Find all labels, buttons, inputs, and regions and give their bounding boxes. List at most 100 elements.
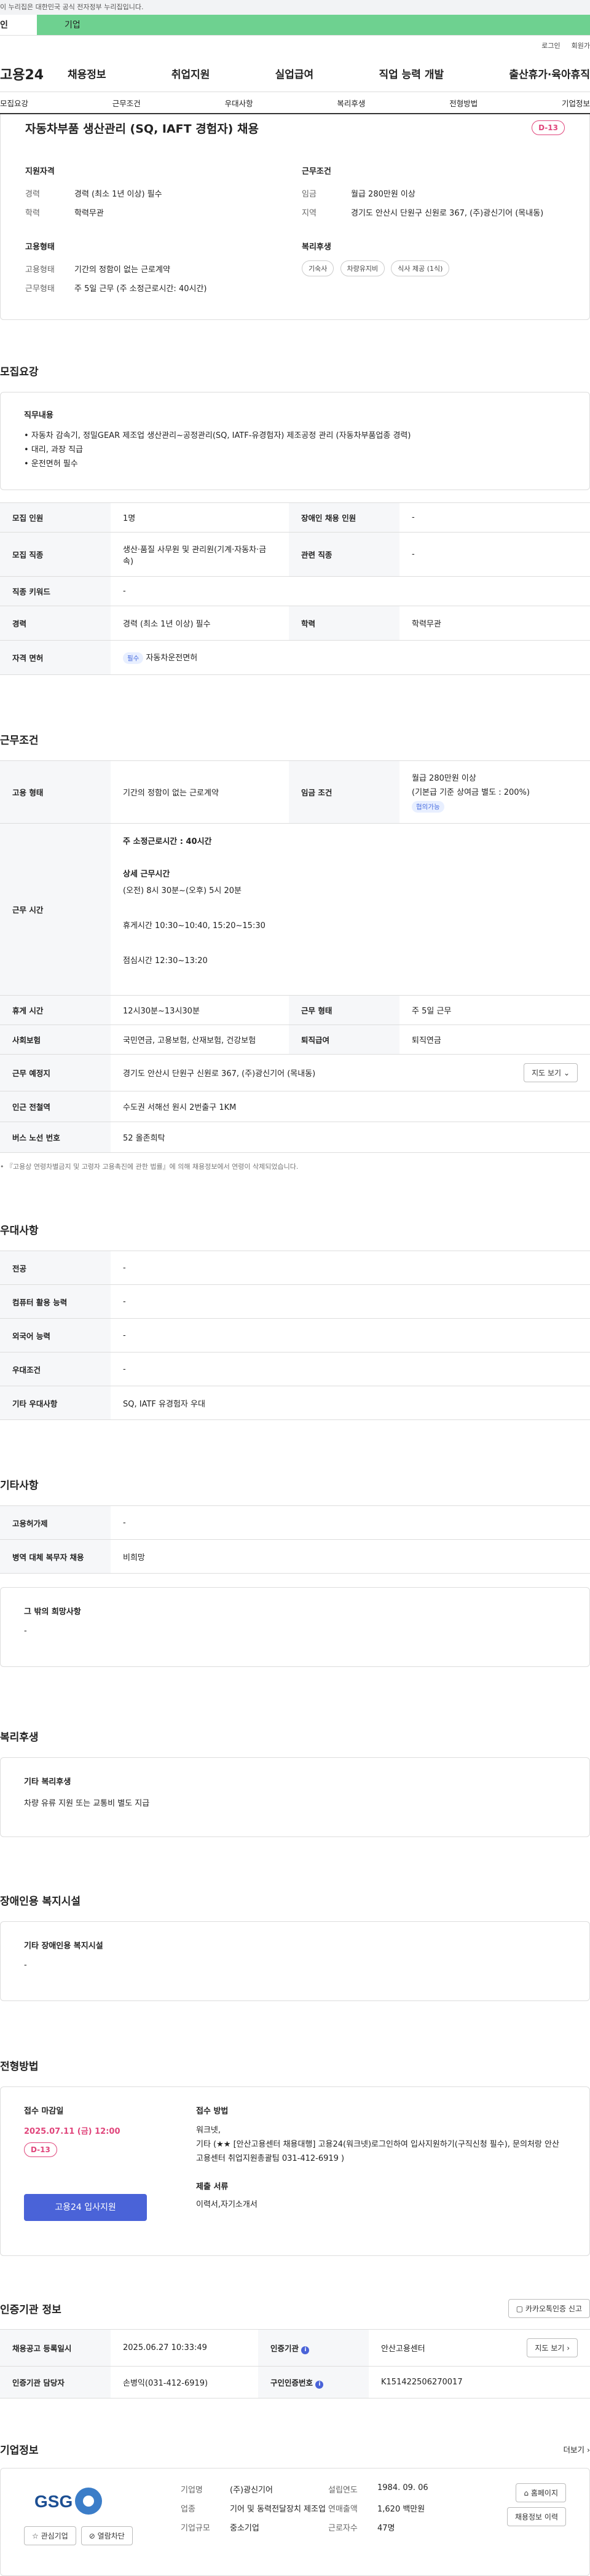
docs-title: 제출 서류 bbox=[196, 2180, 566, 2192]
apply-button[interactable]: 고용24 입사지원 bbox=[24, 2194, 147, 2221]
gear-logo-icon: GSG bbox=[27, 2484, 119, 2518]
star-icon: ☆ bbox=[32, 2532, 39, 2540]
time-detail-title: 상세 근무시간 bbox=[123, 867, 578, 879]
homepage-button[interactable]: ⌂ 홈페이지 bbox=[516, 2483, 566, 2502]
info-icon[interactable]: i bbox=[315, 2381, 323, 2389]
negotiable-badge: 협의가능 bbox=[412, 801, 444, 813]
tab-personal[interactable]: 인 bbox=[0, 15, 37, 35]
job-history-button[interactable]: 채용정보 이력 bbox=[507, 2507, 566, 2526]
row-value: 학력무관 bbox=[399, 606, 590, 641]
map-button[interactable]: 지도 보기 ⌄ bbox=[524, 1063, 578, 1082]
lunch-time: 점심시간 12:30~13:20 bbox=[123, 954, 578, 966]
qual-label: 경력 bbox=[25, 187, 74, 199]
row-label-text: 인증기관 bbox=[270, 2344, 299, 2353]
row-label: 근무 예정지 bbox=[0, 1055, 111, 1091]
row-value: - bbox=[111, 1285, 590, 1319]
section-cert: 인증기관 정보 ▢ 카카오톡인증 신고 채용공고 등록일시 2025.06.27… bbox=[0, 2299, 590, 2398]
company-value: 중소기업 bbox=[230, 2521, 328, 2533]
anchor-company[interactable]: 기업정보 bbox=[562, 97, 590, 109]
row-label: 고용허가제 bbox=[0, 1506, 111, 1540]
row-label: 임금 조건 bbox=[289, 761, 399, 824]
block-icon: ⊘ bbox=[89, 2532, 95, 2540]
company-value: 1,620 백만원 bbox=[377, 2502, 439, 2514]
row-value: K151422506270017 bbox=[369, 2367, 590, 2398]
duty-item: • 운전면허 필수 bbox=[24, 457, 566, 469]
section-heading: 근무조건 bbox=[0, 732, 590, 747]
row-value: - bbox=[111, 1352, 590, 1386]
company-label: 연매출액 bbox=[328, 2502, 377, 2514]
work-table: 고용 형태 기간의 정함이 없는 근로계약 임금 조건 월급 280만원 이상 … bbox=[0, 760, 590, 1153]
anchor-pref[interactable]: 우대사항 bbox=[225, 97, 253, 109]
section-pref: 우대사항 전공- 컴퓨터 활용 능력- 외국어 능력- 우대조건- 기타 우대사… bbox=[0, 1222, 590, 1420]
row-value: 12시30분~13시30분 bbox=[111, 996, 289, 1025]
menu-leave[interactable]: 출산휴가·육아휴직 bbox=[509, 66, 590, 81]
row-label: 우대조건 bbox=[0, 1352, 111, 1386]
login-link[interactable]: 로그인 bbox=[541, 41, 560, 50]
user-type-tabs: 인 기업 bbox=[0, 15, 590, 36]
disabled-box: 기타 장애인용 복지시설 - bbox=[0, 1921, 590, 2001]
qual-value: 경력 (최소 1년 이상) 필수 bbox=[74, 187, 302, 199]
disabled-box-title: 기타 장애인용 복지시설 bbox=[24, 1939, 566, 1951]
anchor-process[interactable]: 전형방법 bbox=[449, 97, 478, 109]
table-row: 자격 면허 필수 자동차운전면허 bbox=[0, 641, 590, 675]
row-label: 근무 시간 bbox=[0, 824, 111, 996]
section-welfare: 복리후생 기타 복리후생 차량 유류 지원 또는 교통비 별도 지급 bbox=[0, 1728, 590, 1837]
anchor-welfare[interactable]: 복리후생 bbox=[337, 97, 365, 109]
table-row: 우대조건- bbox=[0, 1352, 590, 1386]
row-value: - bbox=[399, 533, 590, 577]
row-value: - bbox=[399, 503, 590, 533]
disabled-box-value: - bbox=[24, 1961, 566, 1970]
welfare-tag: 기숙사 bbox=[302, 260, 334, 276]
row-label: 경력 bbox=[0, 606, 111, 641]
table-row: 근무 예정지경기도 안산시 단원구 신원로 367, (주)광신기어 (목내동)… bbox=[0, 1055, 590, 1091]
cond-title: 근무조건 bbox=[302, 165, 565, 176]
table-row: 모집 인원1명장애인 채용 인원- bbox=[0, 503, 590, 533]
report-button[interactable]: ▢ 카카오톡인증 신고 bbox=[508, 2299, 590, 2318]
required-badge: 필수 bbox=[123, 652, 143, 664]
wage-note: (기본급 기준 상여금 별도 : 200%) bbox=[412, 786, 578, 797]
docs-value: 이력서,자기소개서 bbox=[196, 2198, 566, 2209]
anchor-recruit[interactable]: 모집요강 bbox=[0, 97, 28, 109]
util-links: 로그인 회원가 bbox=[0, 36, 590, 55]
row-value: - bbox=[111, 577, 590, 606]
section-company: 기업정보 더보기 › GSG ☆ 관심기업 ⊘ 열람차단 기업명(주)광신기어 … bbox=[0, 2441, 590, 2576]
company-more-link[interactable]: 더보기 › bbox=[564, 2443, 590, 2455]
map-button-label: 지도 보기 bbox=[532, 1069, 561, 1077]
report-icon: ▢ bbox=[516, 2305, 523, 2313]
row-label: 인증기관 담당자 bbox=[0, 2367, 111, 2398]
table-row: 모집 직종생산·품질 사무원 및 관리원(기계·자동차·금속)관련 직종- bbox=[0, 533, 590, 577]
row-value: 자동차운전면허 bbox=[146, 654, 197, 663]
cert-map-button[interactable]: 지도 보기 › bbox=[527, 2338, 578, 2357]
table-row: 외국어 능력- bbox=[0, 1319, 590, 1352]
company-value: 1984. 09. 06 bbox=[377, 2483, 439, 2495]
job-title: 자동차부품 생산관리 (SQ, IAFT 경험자) 채용 bbox=[25, 120, 259, 136]
section-heading: 복리후생 bbox=[0, 1728, 590, 1744]
menu-employment-support[interactable]: 취업지원 bbox=[171, 66, 210, 81]
company-label: 근로자수 bbox=[328, 2521, 377, 2533]
company-label: 기업규모 bbox=[181, 2521, 230, 2533]
join-link[interactable]: 회원가 bbox=[572, 41, 590, 50]
cond-value: 경기도 안산시 단원구 신원로 367, (주)광신기어 (목내동) bbox=[351, 206, 565, 218]
info-icon[interactable]: i bbox=[301, 2346, 309, 2354]
section-heading: 기업정보 bbox=[0, 2441, 39, 2457]
row-label: 자격 면허 bbox=[0, 641, 111, 675]
row-label-text: 구인인증번호 bbox=[270, 2378, 313, 2387]
company-box: GSG ☆ 관심기업 ⊘ 열람차단 기업명(주)광신기어 업종기어 및 동력전달… bbox=[0, 2468, 590, 2576]
site-logo[interactable]: 고용24 bbox=[0, 64, 68, 84]
report-button-label: 카카오톡인증 신고 bbox=[525, 2305, 582, 2313]
tab-company[interactable]: 기업 bbox=[37, 15, 590, 35]
recruit-table: 모집 인원1명장애인 채용 인원- 모집 직종생산·품질 사무원 및 관리원(기… bbox=[0, 502, 590, 675]
anchor-work[interactable]: 근무조건 bbox=[112, 97, 141, 109]
gov-notice-text: 이 누리집은 대한민국 공식 전자정부 누리집입니다. bbox=[0, 3, 144, 11]
table-row: 컴퓨터 활용 능력- bbox=[0, 1285, 590, 1319]
main-nav: 고용24 채용정보 취업지원 실업급여 직업 능력 개발 출산휴가·육아휴직 bbox=[0, 55, 590, 92]
row-value: 기간의 정함이 없는 근로계약 bbox=[111, 761, 289, 824]
row-value: 퇴직연금 bbox=[399, 1025, 590, 1055]
menu-training[interactable]: 직업 능력 개발 bbox=[379, 66, 444, 81]
table-row: 경력경력 (최소 1년 이상) 필수학력학력무관 bbox=[0, 606, 590, 641]
menu-jobs[interactable]: 채용정보 bbox=[68, 66, 106, 81]
process-box: 접수 마감일 2025.07.11 (금) 12:00 D-13 고용24 입사… bbox=[0, 2086, 590, 2256]
menu-unemployment[interactable]: 실업급여 bbox=[275, 66, 314, 81]
table-row: 병역 대체 복무자 채용비희망 bbox=[0, 1540, 590, 1574]
emp-title: 고용형태 bbox=[25, 240, 302, 252]
